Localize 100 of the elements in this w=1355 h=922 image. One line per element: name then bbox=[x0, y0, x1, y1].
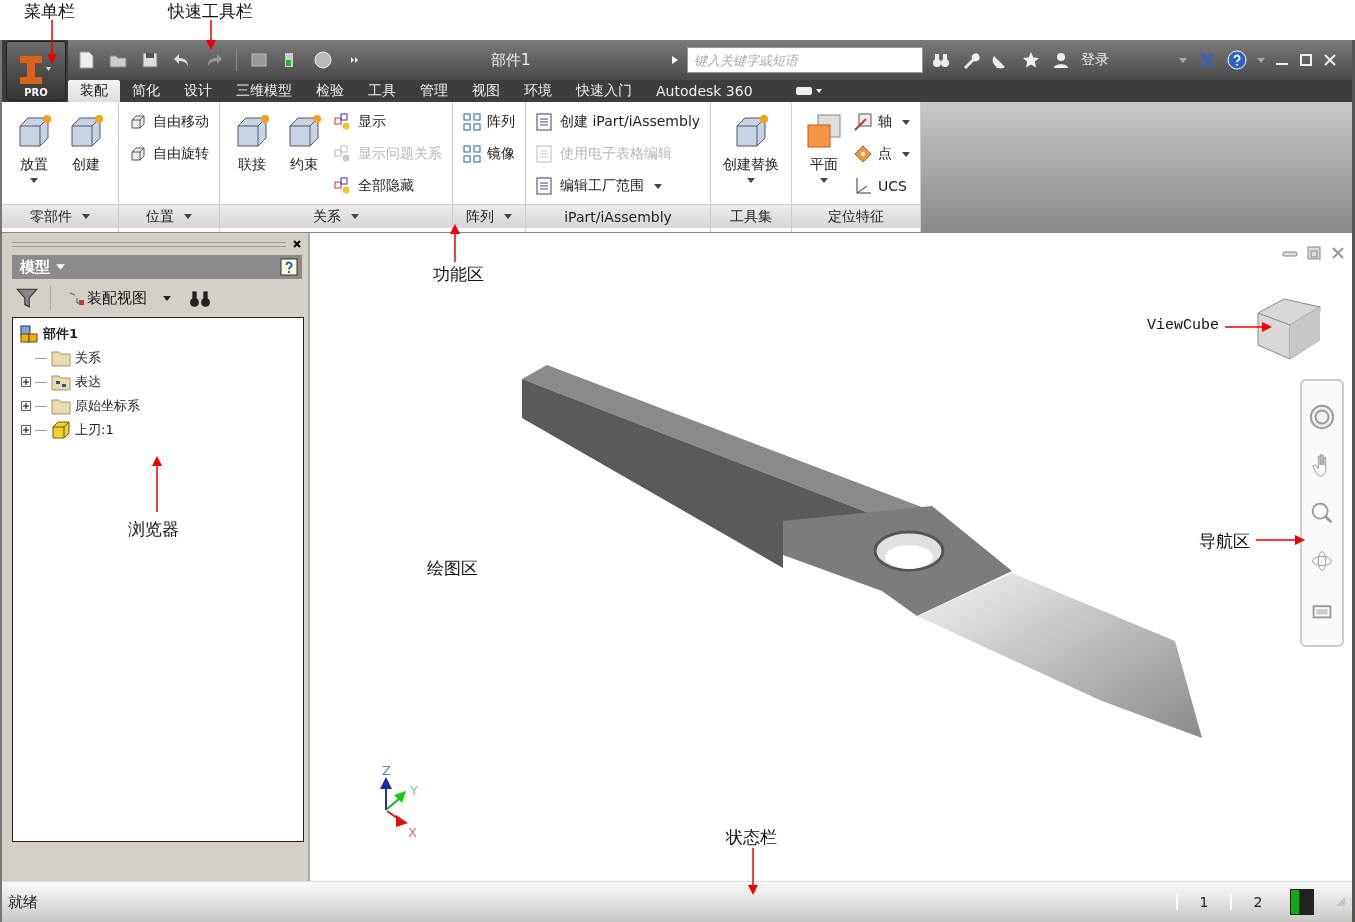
document-title: 部件1 bbox=[490, 50, 532, 70]
linked-squares-icon bbox=[334, 113, 352, 131]
annotation-label: 导航区 bbox=[1199, 530, 1250, 553]
caret-icon bbox=[184, 214, 192, 219]
ribbon-tab[interactable]: Autodesk 360 bbox=[644, 80, 765, 102]
ribbon-button[interactable]: 显示 bbox=[330, 106, 446, 138]
linked-squares-icon bbox=[334, 145, 352, 163]
ribbon-tab[interactable]: 装配 bbox=[68, 80, 120, 102]
ribbon-button[interactable]: 点 bbox=[850, 138, 915, 170]
resize-grip-icon[interactable] bbox=[1334, 896, 1346, 908]
panel-title[interactable]: iPart/iAssembly bbox=[526, 204, 711, 228]
search-field[interactable]: 键入关键字或短语 bbox=[687, 47, 923, 73]
annotation-label: ViewCube bbox=[1147, 317, 1219, 334]
caret-icon bbox=[351, 214, 359, 219]
panel-title[interactable]: 零部件 bbox=[2, 204, 118, 228]
ribbon-button[interactable]: 镜像 bbox=[459, 138, 519, 170]
maximize-icon[interactable] bbox=[1299, 53, 1313, 67]
ribbon-button[interactable]: 自由旋转 bbox=[125, 138, 213, 170]
status-field: 2 bbox=[1230, 894, 1284, 910]
sheet-icon bbox=[536, 113, 554, 131]
panel-title[interactable]: 关系 bbox=[220, 204, 452, 228]
tree-item[interactable]: 上刃:1 bbox=[75, 421, 114, 439]
caret-icon[interactable] bbox=[56, 264, 65, 270]
ribbon-tab[interactable]: 环境 bbox=[512, 80, 564, 102]
node-icon bbox=[69, 290, 85, 306]
sign-in-link[interactable]: 登录 bbox=[1081, 51, 1109, 69]
ribbon-tab[interactable]: 快速入门 bbox=[564, 80, 644, 102]
grid-icon bbox=[463, 113, 481, 131]
steering-wheel-icon[interactable] bbox=[1308, 403, 1336, 431]
assembly-icon bbox=[19, 324, 39, 344]
ribbon-tab[interactable]: 管理 bbox=[408, 80, 460, 102]
ribbon-button[interactable]: 创建替换 bbox=[717, 106, 786, 202]
expand-icon[interactable] bbox=[21, 377, 31, 387]
panel-title[interactable]: 阵列 bbox=[453, 204, 525, 228]
ribbon-button[interactable]: 自由移动 bbox=[125, 106, 213, 138]
star-icon[interactable] bbox=[1021, 50, 1041, 70]
view-dropdown[interactable]: 装配视图 bbox=[63, 287, 177, 309]
caret-icon[interactable] bbox=[671, 55, 679, 65]
ribbon-tab[interactable]: 设计 bbox=[172, 80, 224, 102]
globe-icon[interactable] bbox=[313, 50, 333, 70]
caret-icon bbox=[163, 295, 171, 301]
tree-item[interactable]: 原始坐标系 bbox=[75, 397, 140, 415]
caret-icon bbox=[820, 178, 829, 183]
tree-item[interactable]: 部件1 bbox=[43, 325, 79, 343]
ribbon-button[interactable]: 轴 bbox=[850, 106, 915, 138]
ribbon-button[interactable]: 阵列 bbox=[459, 106, 519, 138]
sheet-icon bbox=[536, 145, 554, 163]
application-menu-button[interactable]: PRO bbox=[6, 41, 66, 101]
tree-item[interactable]: 关系 bbox=[75, 349, 101, 367]
axis-label: Y bbox=[410, 783, 418, 798]
save-icon[interactable] bbox=[140, 50, 160, 70]
folder-icon bbox=[51, 372, 71, 392]
memory-meter-icon bbox=[1290, 889, 1314, 915]
caret-icon[interactable] bbox=[1179, 57, 1187, 63]
image-icon[interactable] bbox=[249, 50, 269, 70]
ribbon-tab[interactable]: 简化 bbox=[120, 80, 172, 102]
linked-squares-icon bbox=[334, 177, 352, 195]
tree-item[interactable]: 表达 bbox=[75, 373, 101, 391]
help-icon[interactable] bbox=[280, 258, 298, 276]
diamond-point-icon bbox=[854, 145, 873, 163]
ribbon-button[interactable]: 放置 bbox=[8, 106, 60, 202]
ribbon-button[interactable]: 创建 bbox=[60, 106, 112, 202]
annotation-label: 浏览器 bbox=[128, 518, 179, 541]
axis-label: Z bbox=[382, 765, 391, 778]
status-field: 1 bbox=[1176, 894, 1230, 910]
ribbon-button[interactable]: 全部隐藏 bbox=[330, 170, 446, 202]
expand-icon[interactable] bbox=[21, 425, 31, 435]
panel-title[interactable]: 位置 bbox=[119, 204, 219, 228]
expand-icon[interactable] bbox=[21, 401, 31, 411]
annotation-label: 绘图区 bbox=[427, 557, 478, 580]
sheet-icon bbox=[536, 177, 554, 195]
grid-icon bbox=[463, 145, 481, 163]
close-icon[interactable] bbox=[292, 239, 302, 249]
filter-icon[interactable] bbox=[16, 287, 38, 309]
cube-icon bbox=[129, 145, 147, 163]
restore-icon[interactable] bbox=[1306, 245, 1322, 261]
ribbon-button[interactable]: 创建 iPart/iAssembly bbox=[532, 106, 705, 138]
ribbon-tab[interactable]: 工具 bbox=[356, 80, 408, 102]
ribbon-tab[interactable]: 三维模型 bbox=[224, 80, 304, 102]
new-file-icon[interactable] bbox=[76, 50, 96, 70]
caret-icon bbox=[654, 183, 662, 189]
folder-icon bbox=[51, 396, 71, 416]
caret-icon bbox=[504, 214, 512, 219]
cube-icon bbox=[129, 113, 147, 131]
caret-icon[interactable] bbox=[1257, 57, 1265, 63]
panel-title[interactable]: 定位特征 bbox=[792, 204, 921, 228]
ribbon-tab[interactable]: 检验 bbox=[304, 80, 356, 102]
annotation-label: 功能区 bbox=[433, 263, 484, 286]
panel-title[interactable]: 工具集 bbox=[711, 204, 792, 228]
ribbon-button[interactable]: 联接 bbox=[226, 106, 278, 202]
ribbon-button[interactable]: 平面 bbox=[798, 106, 851, 202]
ribbon-button[interactable]: 约束 bbox=[278, 106, 330, 202]
caret-icon bbox=[902, 119, 911, 125]
user-icon[interactable] bbox=[1051, 50, 1071, 70]
panel-toggle-icon[interactable] bbox=[794, 85, 823, 97]
y-axis-arrow bbox=[386, 791, 406, 810]
annotation-label: 快速工具栏 bbox=[168, 0, 253, 23]
ribbon-button[interactable]: UCS bbox=[850, 170, 915, 202]
ribbon-tab[interactable]: 视图 bbox=[460, 80, 512, 102]
ribbon-button[interactable]: 编辑工厂范围 bbox=[532, 170, 705, 202]
